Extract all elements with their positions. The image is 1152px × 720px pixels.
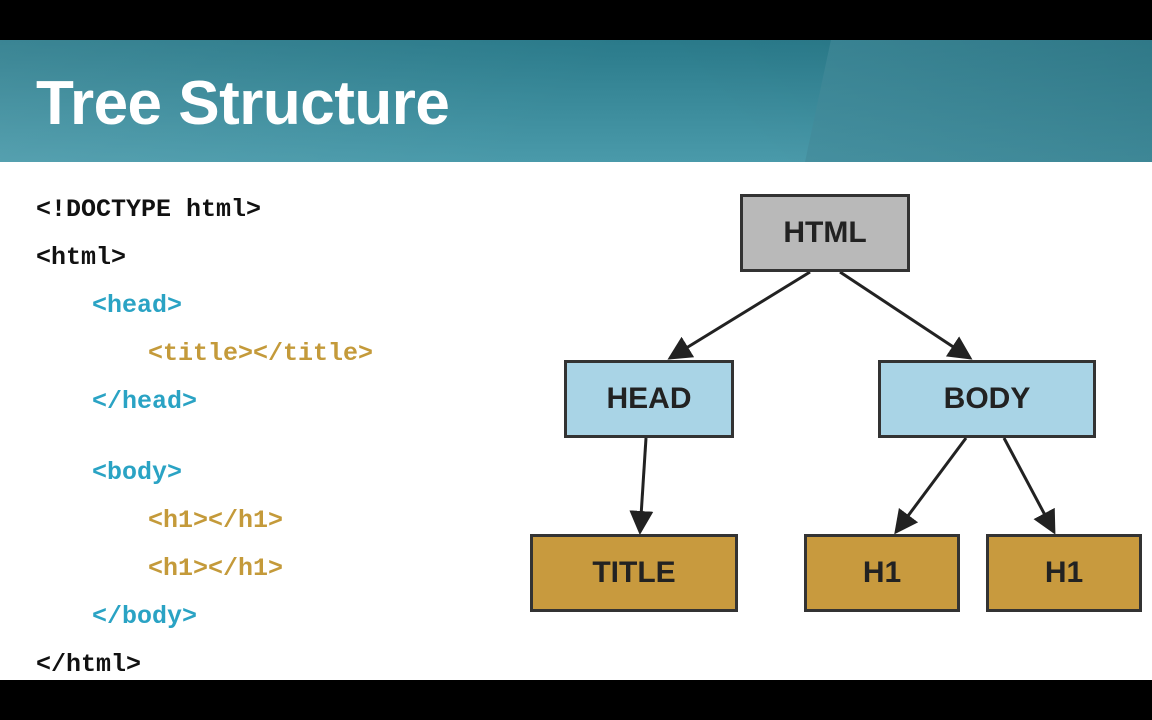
node-h1-second: H1 xyxy=(986,534,1142,612)
code-line-h1-1: <h1></h1> xyxy=(36,497,373,545)
code-line-h1-2: <h1></h1> xyxy=(36,545,373,593)
node-h1-first: H1 xyxy=(804,534,960,612)
node-head: HEAD xyxy=(564,360,734,438)
code-line-body-open: <body> xyxy=(36,449,373,497)
slide: Tree Structure <!DOCTYPE html> <html> <h… xyxy=(0,40,1152,680)
code-line-body-close: </body> xyxy=(36,593,373,641)
slide-header: Tree Structure xyxy=(0,40,1152,162)
code-line-head-open: <head> xyxy=(36,282,373,330)
code-line-html-open: <html> xyxy=(36,234,373,282)
tree-diagram: HTML HEAD BODY TITLE H1 H1 xyxy=(500,172,1140,672)
code-block: <!DOCTYPE html> <html> <head> <title></t… xyxy=(36,186,373,689)
node-html: HTML xyxy=(740,194,910,272)
code-line-html-close: </html> xyxy=(36,641,373,689)
code-line-head-close: </head> xyxy=(36,378,373,426)
code-line-title: <title></title> xyxy=(36,330,373,378)
code-blank-line xyxy=(36,426,373,449)
node-title: TITLE xyxy=(530,534,738,612)
node-body: BODY xyxy=(878,360,1096,438)
slide-content: <!DOCTYPE html> <html> <head> <title></t… xyxy=(0,162,1152,680)
code-line-doctype: <!DOCTYPE html> xyxy=(36,186,373,234)
slide-title: Tree Structure xyxy=(0,40,1152,139)
